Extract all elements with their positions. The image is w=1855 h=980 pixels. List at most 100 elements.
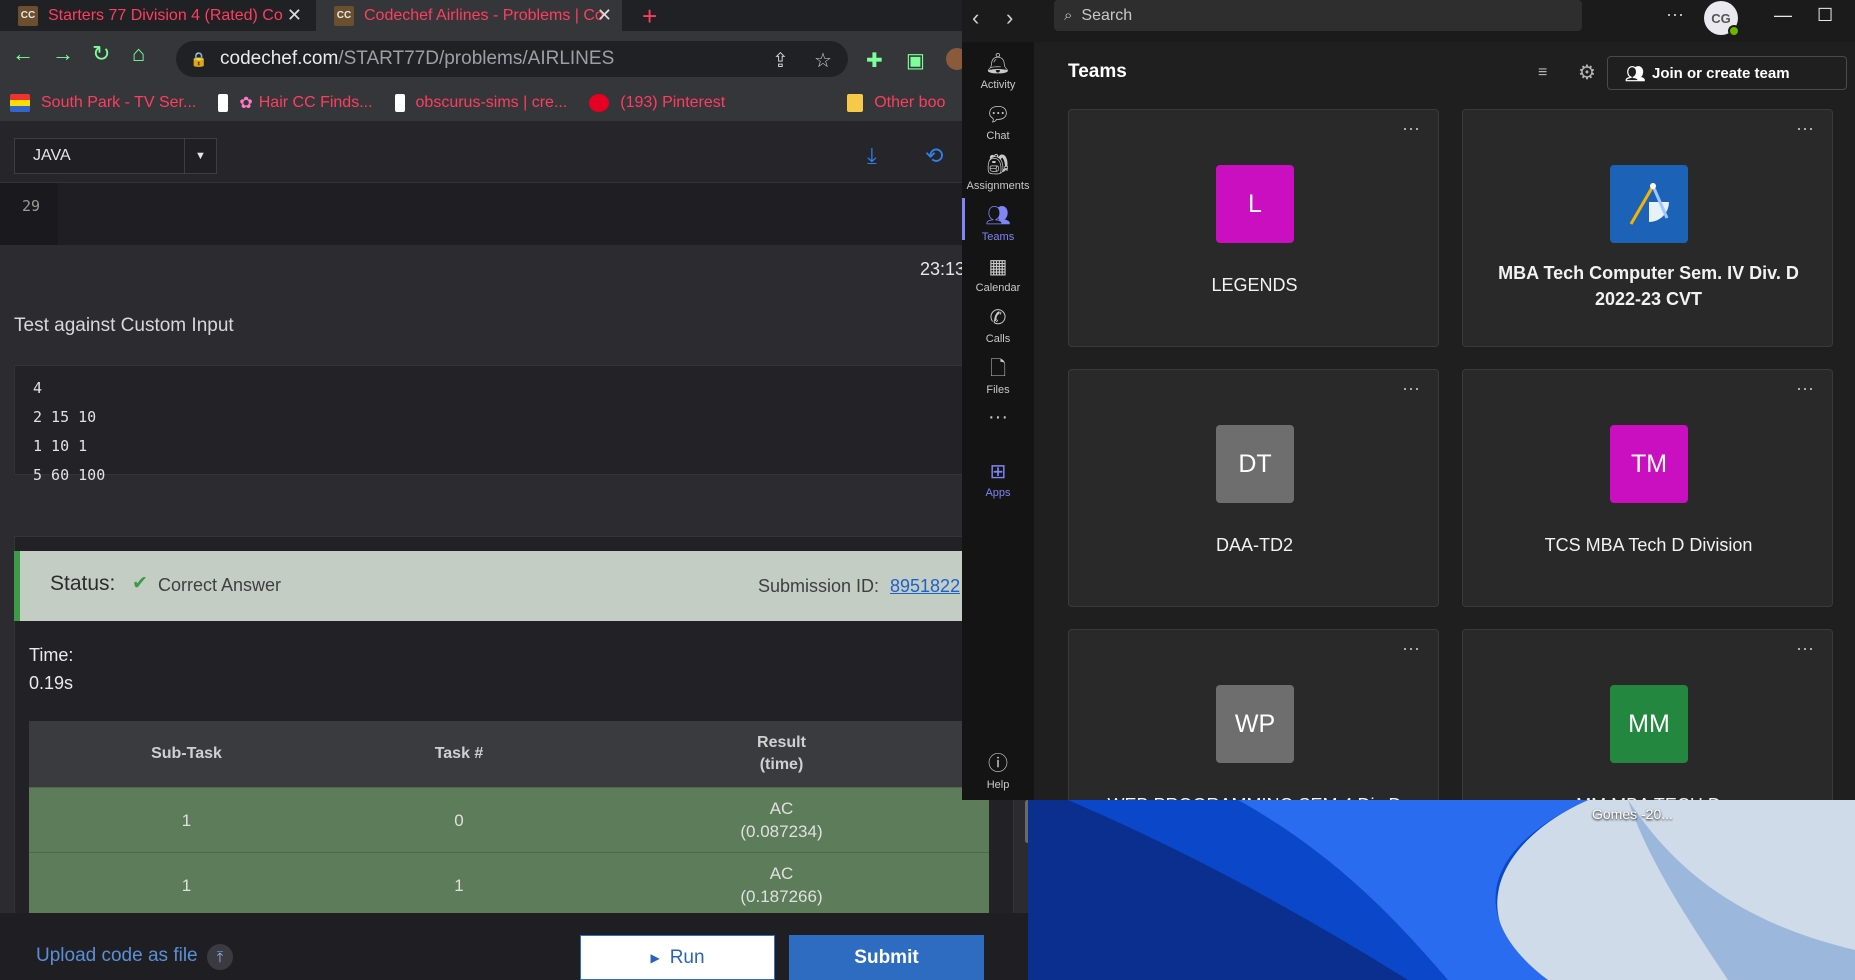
backpack-icon: 🎒︎: [985, 154, 1011, 176]
rail-more-apps[interactable]: ···: [962, 405, 1034, 429]
run-button[interactable]: ▶ Run: [580, 935, 775, 980]
extensions-puzzle-icon[interactable]: ✚: [866, 48, 883, 73]
filter-icon[interactable]: ≡: [1538, 64, 1547, 82]
address-toolbar: ← → ↻ ⌂ 🔒 codechef.com/START77D/problems…: [0, 31, 1031, 85]
upload-code-link[interactable]: Upload code as file: [36, 945, 198, 967]
custom-input-line: 4: [33, 379, 43, 397]
status-label: Status:: [50, 572, 116, 595]
submission-id-label: Submission ID:: [758, 576, 880, 596]
bookmark-pinterest[interactable]: (193) Pinterest: [589, 94, 725, 112]
tab-codechef-airlines[interactable]: CC Codechef Airlines - Problems | Co ✕: [316, 0, 622, 31]
search-icon: ⌕: [1064, 7, 1073, 24]
back-arrow-icon[interactable]: ←: [12, 41, 34, 67]
rail-label: Activity: [980, 79, 1016, 91]
table-row: 1 0 AC (0.087234): [29, 787, 989, 852]
forward-chevron-icon[interactable]: ›: [1006, 5, 1013, 31]
forward-arrow-icon[interactable]: →: [52, 41, 74, 67]
team-card-daa-td2[interactable]: ··· DT DAA-TD2: [1068, 369, 1439, 607]
team-avatar: WP: [1216, 685, 1294, 763]
desktop-icon-label[interactable]: Gomes -20...: [1592, 806, 1673, 822]
code-editor[interactable]: 29: [0, 183, 1031, 245]
bookmark-star-icon[interactable]: ☆: [814, 48, 832, 73]
search-placeholder: Search: [1081, 6, 1133, 24]
custom-input-line: 5 60 100: [33, 466, 106, 484]
rail-item-calls[interactable]: ✆ Calls: [962, 306, 1034, 345]
bookmark-south-park[interactable]: South Park - TV Ser...: [10, 94, 196, 112]
maximize-icon[interactable]: ☐: [1817, 5, 1833, 26]
patreon-icon: [218, 94, 229, 112]
bookmark-hair-cc[interactable]: ✿ Hair CC Finds...: [218, 93, 373, 113]
team-name: TCS MBA Tech D Division: [1544, 535, 1753, 555]
close-tab-icon[interactable]: ✕: [287, 5, 302, 26]
tab-title: Codechef Airlines - Problems | Co: [364, 6, 604, 24]
rail-item-calendar[interactable]: ▦ Calendar: [962, 255, 1034, 294]
bookmark-obscurus-sims[interactable]: obscurus-sims | cre...: [394, 94, 567, 112]
more-options-icon[interactable]: ···: [1402, 638, 1420, 659]
team-card-mm-mba[interactable]: ··· MM MM MBA TECH D: [1462, 629, 1833, 800]
submit-button[interactable]: Submit: [789, 935, 984, 980]
contest-timer: 23:13: [920, 259, 966, 279]
custom-input-textarea[interactable]: 4 2 15 10 1 10 1 5 60 100: [14, 365, 1014, 484]
more-options-icon[interactable]: ···: [1796, 638, 1814, 659]
avatar[interactable]: CG: [1704, 1, 1740, 37]
team-card-mba-tech-computer[interactable]: ··· MBA Tech Computer Sem. IV Div. D 202…: [1462, 109, 1833, 347]
url-bar[interactable]: 🔒 codechef.com/START77D/problems/AIRLINE…: [176, 41, 848, 77]
subtask-cell: 1: [181, 810, 192, 830]
home-icon[interactable]: ⌂: [132, 41, 145, 67]
bell-icon: 🔔︎: [985, 53, 1011, 75]
rail-item-help[interactable]: ⓘ Help: [962, 752, 1034, 791]
patreon-icon: [394, 94, 405, 112]
rail-item-files[interactable]: 🗋 Files: [962, 357, 1034, 396]
more-options-icon[interactable]: ···: [1666, 4, 1684, 25]
help-icon: ⓘ: [988, 753, 1008, 775]
upload-arrow-icon[interactable]: ⤒: [207, 944, 233, 970]
gear-icon[interactable]: ⚙: [1578, 60, 1596, 85]
download-icon[interactable]: ⤓: [867, 143, 877, 169]
minimize-icon[interactable]: —: [1774, 5, 1792, 26]
more-options-icon[interactable]: ···: [1402, 378, 1420, 399]
more-options-icon[interactable]: ···: [1402, 118, 1420, 139]
bookmark-other[interactable]: Other boo: [847, 94, 945, 112]
team-name: WEB PROGRAMMING SEM 4 Div D: [1079, 792, 1430, 800]
team-card-web-programming[interactable]: ··· WP WEB PROGRAMMING SEM 4 Div D: [1068, 629, 1439, 800]
team-name: MBA Tech Computer Sem. IV Div. D 2022-23…: [1498, 263, 1799, 309]
calendar-icon: ▦: [988, 256, 1008, 278]
page-title: Teams: [1068, 61, 1127, 82]
rail-item-chat[interactable]: 💬︎ Chat: [962, 103, 1034, 142]
teams-window: ‹ › ⌕ Search ··· CG — ☐ 🔔︎ Activity 💬︎ C…: [962, 0, 1855, 800]
phone-icon: ✆: [989, 307, 1007, 329]
bookmark-label: (193) Pinterest: [620, 94, 726, 111]
apps-icon: ⊞: [989, 461, 1007, 483]
chat-icon: 💬︎: [985, 104, 1011, 126]
team-name: MM MBA TECH D: [1473, 792, 1824, 800]
more-options-icon[interactable]: ···: [1796, 378, 1814, 399]
rail-item-teams[interactable]: 👥︎ Teams: [962, 198, 1034, 243]
reset-icon[interactable]: ⟲: [925, 143, 943, 169]
team-card-tcs-mba[interactable]: ··· TM TCS MBA Tech D Division: [1462, 369, 1833, 607]
run-label: Run: [669, 946, 705, 968]
share-icon[interactable]: ⇪: [772, 48, 789, 73]
team-card-legends[interactable]: ··· L LEGENDS: [1068, 109, 1439, 347]
back-chevron-icon[interactable]: ‹: [972, 5, 979, 31]
codechef-page: JAVA ▼ ⤓ ⟲ 💾 ⚙ 29 23:13 Test against Cus…: [0, 121, 1031, 980]
new-tab-plus-icon[interactable]: +: [642, 1, 657, 32]
teams-search-input[interactable]: ⌕ Search: [1054, 0, 1582, 31]
tab-strip: CC Starters 77 Division 4 (Rated) Co ✕ C…: [0, 0, 1031, 31]
rail-item-apps[interactable]: ⊞ Apps: [962, 460, 1034, 499]
language-select[interactable]: JAVA ▼: [14, 138, 217, 174]
teams-main: Teams ≡ ⚙ 👥︎ Join or create team ··· L L…: [1034, 42, 1855, 800]
close-tab-icon[interactable]: ✕: [597, 5, 612, 26]
join-or-create-team-button[interactable]: 👥︎ Join or create team: [1607, 56, 1847, 90]
submission-id-link[interactable]: 8951822: [890, 576, 960, 597]
reload-icon[interactable]: ↻: [92, 41, 110, 67]
column-header: Sub-Task: [151, 745, 222, 762]
result-cell: AC (0.187266): [574, 853, 989, 917]
flower-icon: ✿: [239, 95, 253, 112]
more-options-icon[interactable]: ···: [1796, 118, 1814, 139]
sidebar-icon[interactable]: ▣: [906, 48, 925, 73]
rail-item-assignments[interactable]: 🎒︎ Assignments: [962, 153, 1034, 192]
tab-starters-77[interactable]: CC Starters 77 Division 4 (Rated) Co ✕: [0, 0, 312, 31]
subtask-cell: 1: [181, 875, 192, 895]
timer-bar: [0, 245, 1031, 293]
rail-item-activity[interactable]: 🔔︎ Activity: [962, 52, 1034, 91]
